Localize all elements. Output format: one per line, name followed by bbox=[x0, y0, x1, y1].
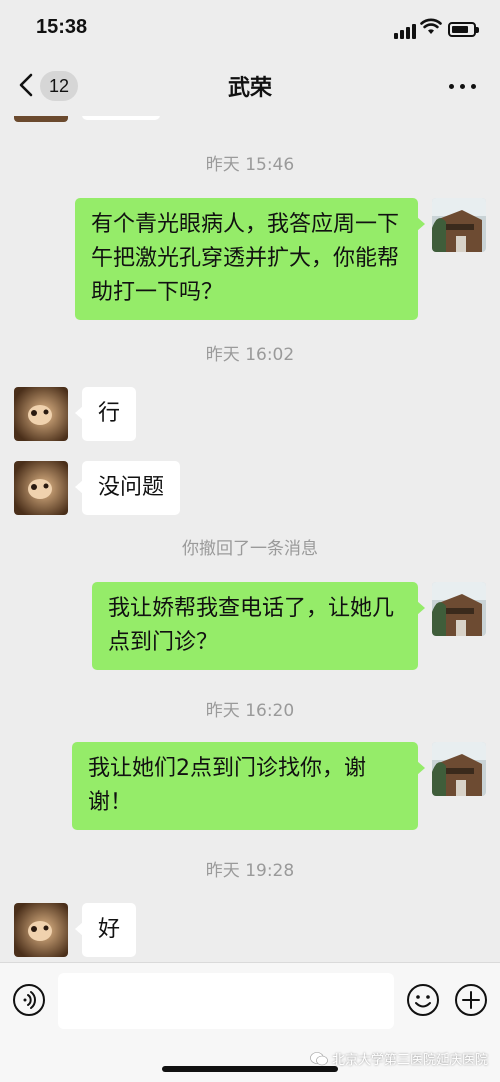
watermark: 北京大学第三医院延庆医院 bbox=[310, 1049, 488, 1068]
message-text: 好 bbox=[98, 917, 121, 942]
chat-title: 武荣 bbox=[227, 76, 272, 101]
message-text: 行 bbox=[98, 401, 121, 426]
contact-avatar[interactable] bbox=[14, 461, 68, 515]
more-functions-plus-icon[interactable] bbox=[454, 983, 488, 1017]
wifi-icon bbox=[420, 18, 442, 34]
my-avatar[interactable] bbox=[432, 198, 486, 252]
wechat-logo-icon bbox=[310, 1051, 328, 1065]
message-list[interactable]: 昨天 15:46 有个青光眼病人，我答应周一下午把激光孔穿透并扩大，你能帮助打一… bbox=[0, 116, 500, 962]
message-text: 我让她们2点到门诊找你，谢谢！ bbox=[88, 756, 366, 815]
outgoing-message-bubble[interactable]: 我让她们2点到门诊找你，谢谢！ bbox=[72, 742, 425, 830]
emoji-icon[interactable] bbox=[406, 983, 440, 1017]
status-time: 15:38 bbox=[36, 16, 88, 38]
message-timestamp: 昨天 16:02 bbox=[205, 345, 295, 365]
contact-avatar[interactable] bbox=[14, 387, 68, 441]
my-avatar[interactable] bbox=[432, 742, 486, 796]
message-text: 有个青光眼病人，我答应周一下午把激光孔穿透并扩大，你能帮助打一下吗？ bbox=[91, 212, 400, 305]
contact-avatar[interactable] bbox=[14, 903, 68, 957]
message-timestamp: 昨天 16:20 bbox=[205, 701, 295, 721]
cellular-signal-icon bbox=[394, 24, 416, 39]
incoming-message-bubble[interactable]: 没问题 bbox=[74, 461, 181, 515]
message-timestamp: 昨天 15:46 bbox=[205, 155, 295, 175]
incoming-message-bubble[interactable]: 行 bbox=[74, 387, 137, 441]
more-options-icon[interactable] bbox=[449, 84, 476, 89]
contact-avatar[interactable] bbox=[14, 116, 68, 122]
message-text: 没问题 bbox=[98, 475, 165, 500]
voice-input-icon[interactable] bbox=[12, 983, 46, 1017]
partial-message-bubble bbox=[82, 116, 160, 120]
recall-notice: 你撤回了一条消息 bbox=[182, 539, 318, 559]
outgoing-message-bubble[interactable]: 我让娇帮我查电话了，让她几点到门诊？ bbox=[92, 582, 425, 670]
status-bar: 15:38 bbox=[0, 0, 500, 56]
incoming-message-bubble[interactable]: 好 bbox=[74, 903, 137, 957]
my-avatar[interactable] bbox=[432, 582, 486, 636]
chat-header: 12 武荣 bbox=[0, 56, 500, 116]
message-text: 我让娇帮我查电话了，让她几点到门诊？ bbox=[108, 596, 395, 655]
outgoing-message-bubble[interactable]: 有个青光眼病人，我答应周一下午把激光孔穿透并扩大，你能帮助打一下吗？ bbox=[75, 198, 425, 320]
message-input[interactable] bbox=[58, 973, 394, 1029]
battery-icon bbox=[448, 22, 479, 37]
message-timestamp: 昨天 19:28 bbox=[205, 861, 295, 881]
watermark-text: 北京大学第三医院延庆医院 bbox=[331, 1053, 488, 1068]
